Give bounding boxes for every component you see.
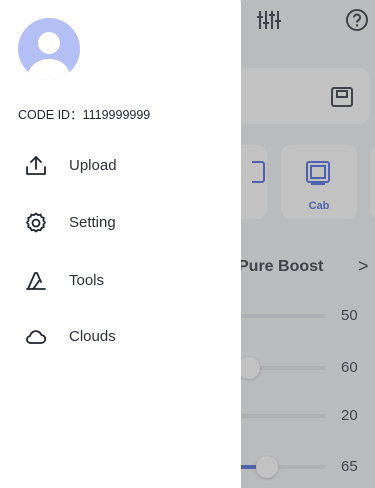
equalizer-icon[interactable] bbox=[256, 9, 282, 31]
slider-track[interactable] bbox=[228, 314, 326, 318]
slider-track[interactable] bbox=[228, 456, 326, 478]
chevron-right-icon[interactable]: > bbox=[358, 256, 369, 277]
avatar[interactable] bbox=[18, 18, 80, 80]
gear-icon bbox=[26, 212, 46, 233]
code-id: CODE ID：1119999999 bbox=[18, 108, 151, 122]
menu-item-tools[interactable]: Tools bbox=[0, 261, 241, 301]
upload-icon bbox=[26, 156, 46, 175]
slider-thumb[interactable] bbox=[256, 456, 278, 478]
slider-value: 65 bbox=[341, 458, 358, 475]
menu-item-label: Clouds bbox=[69, 328, 116, 345]
menu-item-setting[interactable]: Setting bbox=[0, 203, 241, 243]
module-partial-icon bbox=[252, 161, 265, 183]
tools-icon bbox=[26, 272, 46, 290]
cloud-icon bbox=[26, 330, 47, 344]
save-icon[interactable] bbox=[330, 86, 354, 108]
slider-track[interactable] bbox=[228, 357, 326, 379]
slider-value: 20 bbox=[341, 407, 358, 424]
slider-thumb[interactable] bbox=[238, 357, 261, 379]
menu-item-label: Upload bbox=[69, 157, 117, 174]
menu-item-label: Setting bbox=[69, 214, 116, 231]
help-icon[interactable] bbox=[345, 8, 369, 32]
slider-value: 50 bbox=[341, 307, 358, 324]
cab-label: Cab bbox=[308, 200, 330, 212]
user-icon bbox=[28, 32, 70, 80]
slider-track[interactable] bbox=[228, 414, 326, 418]
cab-icon bbox=[306, 161, 330, 185]
menu-item-upload[interactable]: Upload bbox=[0, 146, 241, 186]
menu-item-label: Tools bbox=[69, 272, 105, 289]
module-card-partial[interactable] bbox=[370, 145, 375, 219]
menu-item-clouds[interactable]: Clouds bbox=[0, 317, 241, 357]
slider-value: 60 bbox=[341, 359, 358, 376]
side-drawer: CODE ID：1119999999 Upload Setting Tools bbox=[0, 0, 241, 488]
section-title: Pure Boost bbox=[238, 258, 324, 275]
